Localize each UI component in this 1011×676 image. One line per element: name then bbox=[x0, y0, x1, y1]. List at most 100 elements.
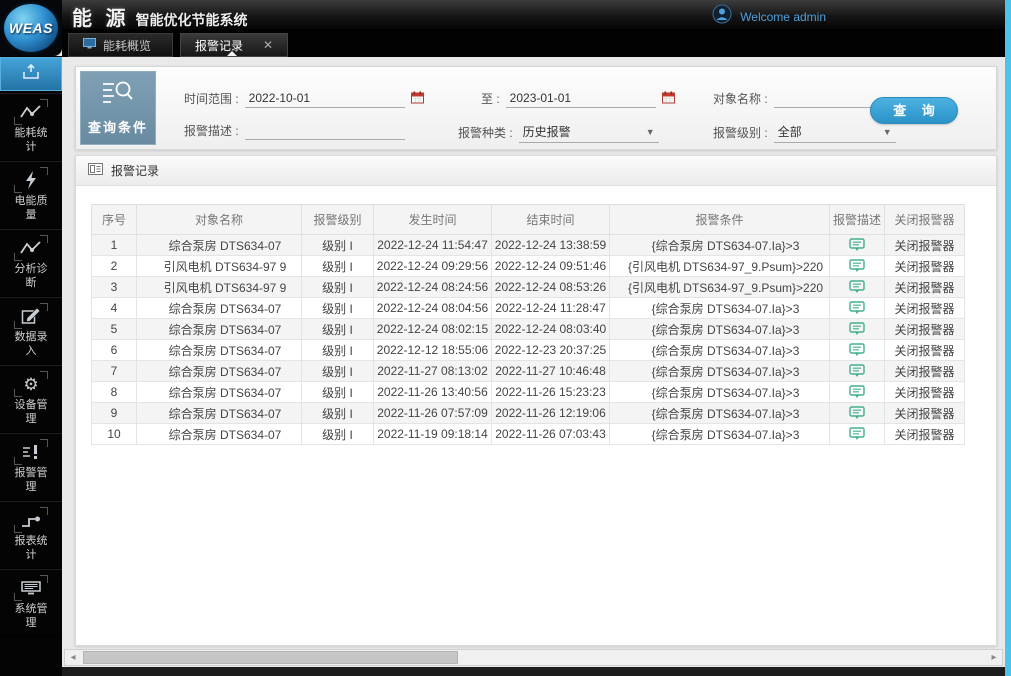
cell-object-name: 综合泵房 DTS634-07 bbox=[136, 423, 302, 445]
cell-level: 级别 I bbox=[301, 234, 374, 256]
comment-icon[interactable] bbox=[849, 280, 865, 294]
horizontal-scrollbar[interactable]: ◂ ▸ bbox=[64, 649, 1003, 666]
sidebar-nav: 能耗统计 电能质量 分析诊断 数据录入 ⚙ 设备管理 报警管理 报表统计 系统管… bbox=[0, 56, 62, 676]
report-icon bbox=[14, 507, 48, 533]
cell-no: 10 bbox=[91, 423, 137, 445]
user-welcome[interactable]: Welcome admin bbox=[712, 4, 826, 29]
object-name-field: 对象名称 : bbox=[713, 89, 896, 108]
comment-icon[interactable] bbox=[849, 259, 865, 273]
comment-icon[interactable] bbox=[849, 301, 865, 315]
search-button[interactable]: 查 询 bbox=[870, 97, 958, 124]
close-alarm-link[interactable]: 关闭报警器 bbox=[884, 297, 965, 319]
scrollbar-thumb[interactable] bbox=[83, 651, 458, 664]
cell-alarm-desc bbox=[829, 297, 885, 319]
table-header-row: 序号 对象名称 报警级别 发生时间 结束时间 报警条件 报警描述 关闭报警器 bbox=[91, 204, 965, 235]
cell-condition: {综合泵房 DTS634-07.Ia}>3 bbox=[609, 318, 830, 340]
table-row[interactable]: 8 综合泵房 DTS634-07 级别 I 2022-11-26 13:40:5… bbox=[91, 381, 965, 403]
cell-level: 级别 I bbox=[301, 318, 374, 340]
query-conditions-box: 查询条件 bbox=[80, 71, 156, 145]
comment-icon[interactable] bbox=[849, 322, 865, 336]
close-alarm-link[interactable]: 关闭报警器 bbox=[884, 381, 965, 403]
close-alarm-link[interactable]: 关闭报警器 bbox=[884, 318, 965, 340]
tab-alarm-records[interactable]: 报警记录 ✕ bbox=[180, 33, 288, 57]
cell-condition: {综合泵房 DTS634-07.Ia}>3 bbox=[609, 402, 830, 424]
close-alarm-link[interactable]: 关闭报警器 bbox=[884, 339, 965, 361]
cell-alarm-desc bbox=[829, 276, 885, 298]
close-alarm-link[interactable]: 关闭报警器 bbox=[884, 360, 965, 382]
sidebar-item-report[interactable]: 报表统计 bbox=[0, 501, 62, 569]
calendar-icon[interactable] bbox=[410, 91, 424, 107]
cell-no: 5 bbox=[91, 318, 137, 340]
alarm-type-select[interactable]: 历史报警 ▼ bbox=[518, 121, 659, 143]
table-row[interactable]: 9 综合泵房 DTS634-07 级别 I 2022-11-26 07:57:0… bbox=[91, 402, 965, 424]
comment-icon[interactable] bbox=[849, 385, 865, 399]
sidebar-item-gear[interactable]: ⚙ 设备管理 bbox=[0, 365, 62, 433]
time-to-input[interactable] bbox=[505, 89, 656, 108]
sidebar-item-home[interactable] bbox=[0, 57, 62, 91]
close-alarm-link[interactable]: 关闭报警器 bbox=[884, 276, 965, 298]
app-window: 能 源 智能优化节能系统 Welcome admin WEAS 能耗概览 报警记… bbox=[0, 0, 1011, 676]
query-conditions-label: 查询条件 bbox=[87, 120, 148, 135]
comment-icon[interactable] bbox=[849, 238, 865, 252]
sidebar-item-alarm[interactable]: 报警管理 bbox=[0, 433, 62, 501]
sidebar-item-label: 设备管理 bbox=[14, 399, 48, 425]
comment-icon[interactable] bbox=[849, 406, 865, 420]
cell-start-time: 2022-11-26 07:57:09 bbox=[373, 402, 492, 424]
cell-end-time: 2022-12-24 09:51:46 bbox=[491, 255, 610, 277]
line-chart-icon bbox=[14, 235, 48, 261]
app-title: 能 源 智能优化节能系统 bbox=[72, 2, 248, 31]
sidebar-item-line-chart[interactable]: 能耗统计 bbox=[0, 93, 62, 161]
calendar-icon[interactable] bbox=[661, 91, 675, 107]
time-from-input[interactable] bbox=[244, 89, 405, 108]
time-range-label: 时间范围 : bbox=[184, 92, 239, 106]
scroll-left-arrow[interactable]: ◂ bbox=[65, 652, 81, 663]
comment-icon[interactable] bbox=[849, 427, 865, 441]
alarm-desc-input[interactable] bbox=[244, 121, 405, 140]
table-row[interactable]: 2 引风电机 DTS634-97 9 级别 I 2022-12-24 09:29… bbox=[91, 255, 965, 277]
cell-level: 级别 I bbox=[301, 360, 374, 382]
close-alarm-link[interactable]: 关闭报警器 bbox=[884, 255, 965, 277]
close-alarm-link[interactable]: 关闭报警器 bbox=[884, 402, 965, 424]
time-range-field: 时间范围 : bbox=[184, 89, 424, 108]
cell-condition: {引风电机 DTS634-97_9.Psum}>220 bbox=[609, 276, 830, 298]
sidebar-item-label: 系统管理 bbox=[14, 603, 48, 629]
sidebar-item-monitor[interactable]: 系统管理 bbox=[0, 569, 62, 637]
tab-energy-overview[interactable]: 能耗概览 bbox=[68, 33, 173, 57]
table-row[interactable]: 6 综合泵房 DTS634-07 级别 I 2022-12-12 18:55:0… bbox=[91, 339, 965, 361]
cell-start-time: 2022-12-12 18:55:06 bbox=[373, 339, 492, 361]
alarm-type-value: 历史报警 bbox=[522, 125, 571, 139]
table-row[interactable]: 1 综合泵房 DTS634-07 级别 I 2022-12-24 11:54:4… bbox=[91, 234, 965, 256]
weas-logo-circle: WEAS bbox=[4, 4, 58, 52]
table-row[interactable]: 10 综合泵房 DTS634-07 级别 I 2022-11-19 09:18:… bbox=[91, 423, 965, 445]
table-row[interactable]: 3 引风电机 DTS634-97 9 级别 I 2022-12-24 08:24… bbox=[91, 276, 965, 298]
close-alarm-link[interactable]: 关闭报警器 bbox=[884, 234, 965, 256]
main-content: 查询条件 时间范围 : 至 : bbox=[62, 57, 1011, 676]
comment-icon[interactable] bbox=[849, 364, 865, 378]
sidebar-item-pencil[interactable]: 数据录入 bbox=[0, 297, 62, 365]
cell-object-name: 综合泵房 DTS634-07 bbox=[136, 297, 302, 319]
query-panel: 查询条件 时间范围 : 至 : bbox=[75, 66, 997, 150]
cell-end-time: 2022-11-26 12:19:06 bbox=[491, 402, 610, 424]
sidebar-item-lightning[interactable]: 电能质量 bbox=[0, 161, 62, 229]
chevron-down-icon: ▼ bbox=[882, 126, 892, 137]
table-row[interactable]: 7 综合泵房 DTS634-07 级别 I 2022-11-27 08:13:0… bbox=[91, 360, 965, 382]
cell-alarm-desc bbox=[829, 402, 885, 424]
cell-object-name: 引风电机 DTS634-97 9 bbox=[136, 255, 302, 277]
cell-end-time: 2022-11-26 07:03:43 bbox=[491, 423, 610, 445]
cell-condition: {综合泵房 DTS634-07.Ia}>3 bbox=[609, 297, 830, 319]
tab-close-icon[interactable]: ✕ bbox=[263, 38, 273, 52]
sidebar-item-line-chart[interactable]: 分析诊断 bbox=[0, 229, 62, 297]
tab-label: 能耗概览 bbox=[103, 38, 152, 53]
col-header-start: 发生时间 bbox=[373, 204, 492, 235]
scroll-right-arrow[interactable]: ▸ bbox=[986, 652, 1002, 663]
close-alarm-link[interactable]: 关闭报警器 bbox=[884, 423, 965, 445]
cell-alarm-desc bbox=[829, 423, 885, 445]
cell-end-time: 2022-12-24 13:38:59 bbox=[491, 234, 610, 256]
alarm-level-select[interactable]: 全部 ▼ bbox=[773, 121, 896, 143]
table-row[interactable]: 5 综合泵房 DTS634-07 级别 I 2022-12-24 08:02:1… bbox=[91, 318, 965, 340]
cell-condition: {综合泵房 DTS634-07.Ia}>3 bbox=[609, 339, 830, 361]
comment-icon[interactable] bbox=[849, 343, 865, 357]
table-row[interactable]: 4 综合泵房 DTS634-07 级别 I 2022-12-24 08:04:5… bbox=[91, 297, 965, 319]
cell-end-time: 2022-12-24 08:03:40 bbox=[491, 318, 610, 340]
cell-level: 级别 I bbox=[301, 276, 374, 298]
